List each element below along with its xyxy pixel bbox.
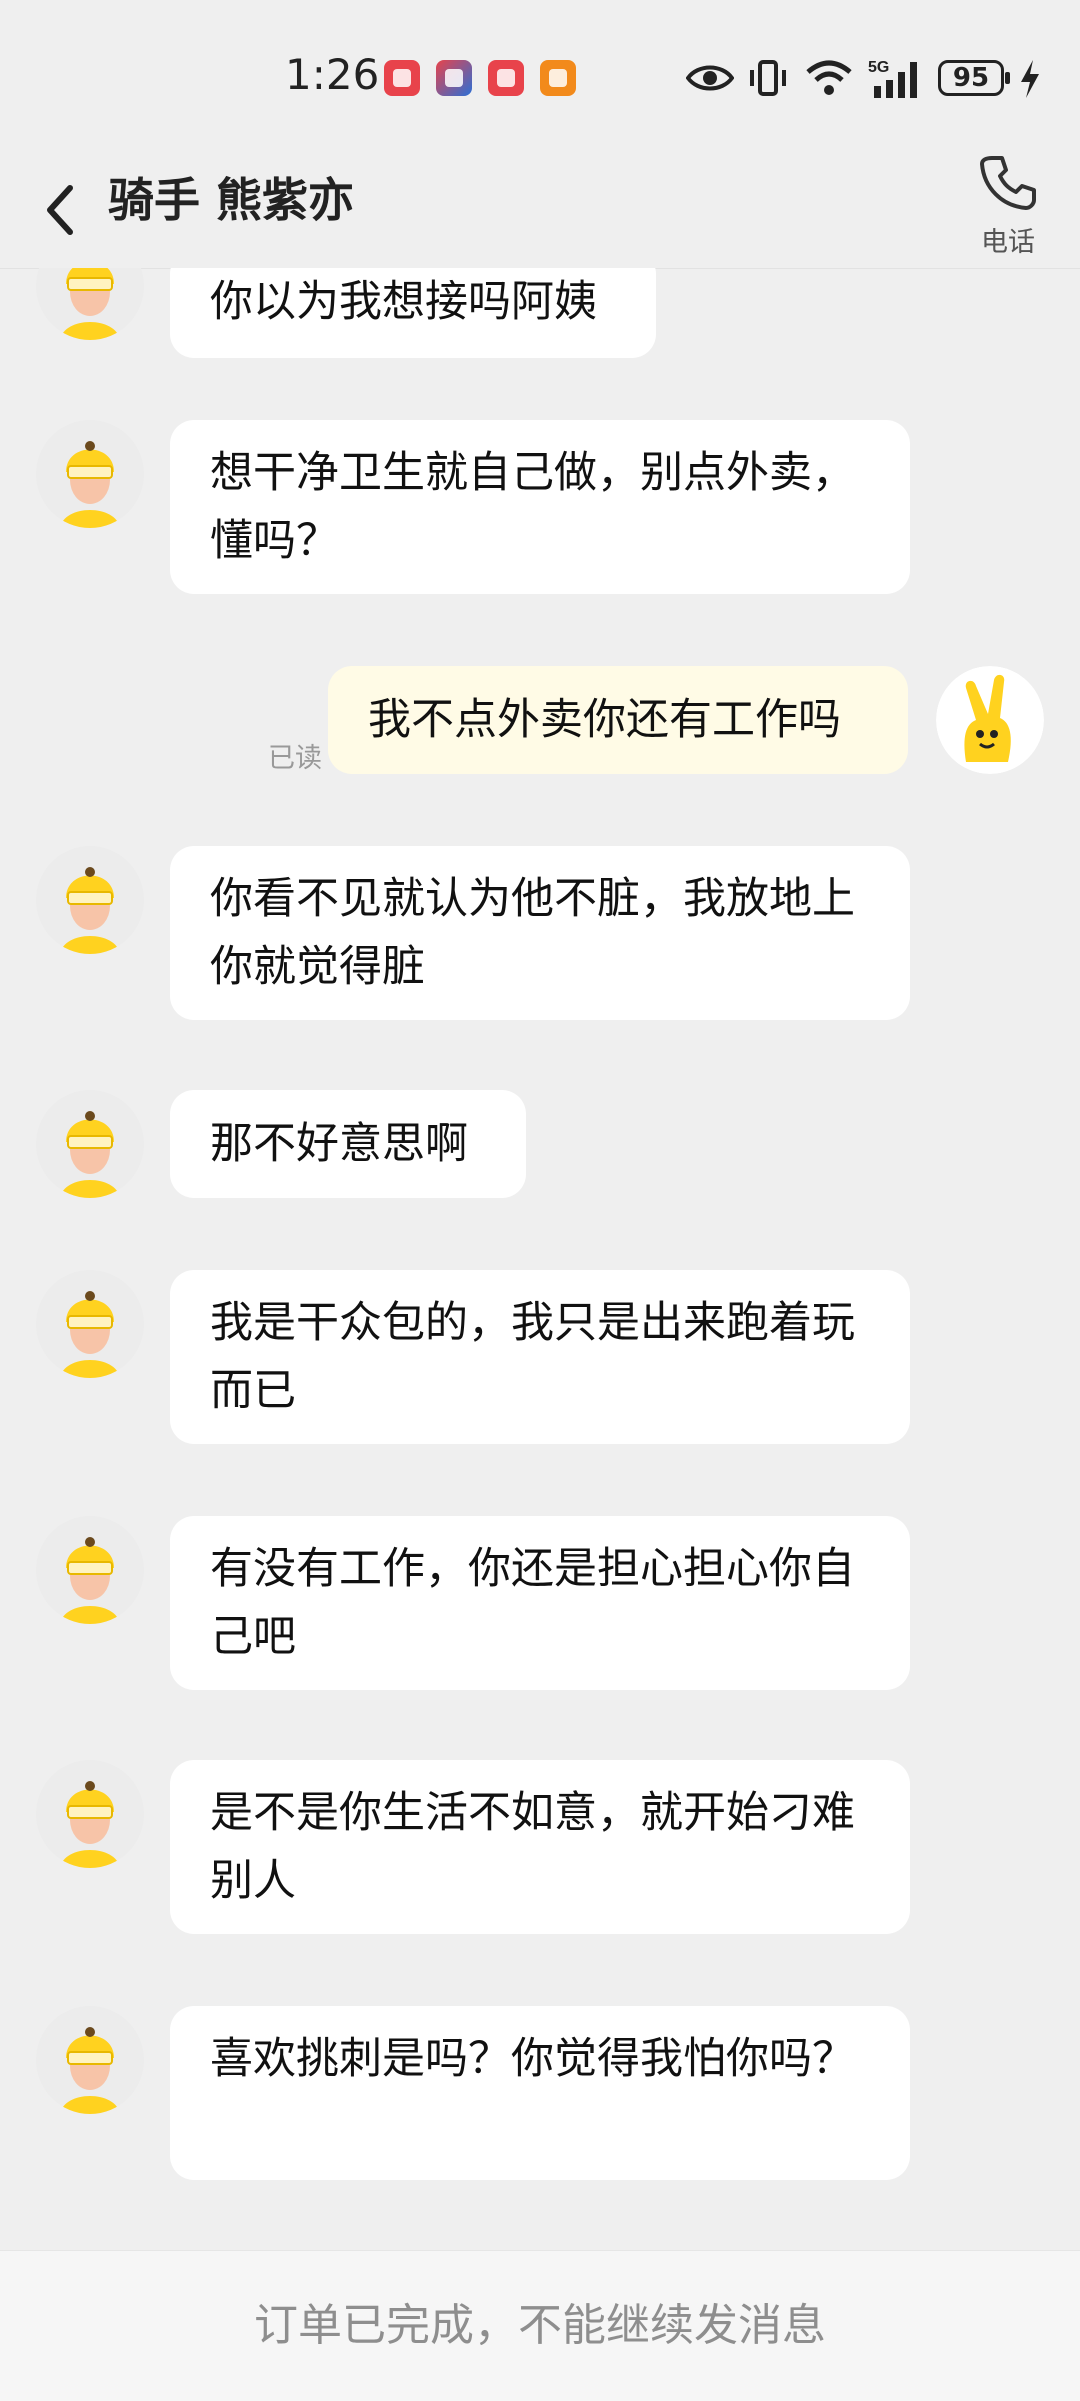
rider-avatar[interactable]	[36, 268, 144, 340]
message-bubble[interactable]: 你以为我想接吗阿姨	[170, 268, 656, 358]
message-text: 我不点外卖你还有工作吗	[368, 695, 841, 745]
rider-avatar-icon	[60, 268, 120, 340]
rider-avatar-icon	[60, 441, 120, 528]
back-arrow-icon[interactable]	[40, 180, 84, 240]
rider-avatar-icon	[60, 1537, 120, 1624]
notification-app-icon	[384, 60, 420, 96]
hand-avatar-icon	[936, 666, 1044, 774]
notification-app-icon	[540, 60, 576, 96]
message-text: 有没有工作，你还是担心担心你自己吧	[210, 1544, 855, 1662]
rider-avatar[interactable]	[36, 1270, 144, 1378]
message-text: 你以为我想接吗阿姨	[210, 277, 597, 327]
chat-closed-text: 订单已完成，不能继续发消息	[254, 2300, 826, 2351]
rider-avatar[interactable]	[36, 2006, 144, 2114]
my-message-bubble[interactable]: 我不点外卖你还有工作吗	[328, 666, 908, 774]
wifi-icon	[806, 60, 852, 95]
rider-avatar-icon	[60, 2027, 120, 2114]
read-receipt: 已读	[268, 743, 322, 774]
chat-closed-notice: 订单已完成，不能继续发消息	[0, 2250, 1080, 2401]
chat-header: 骑手 熊紫亦 电话	[0, 150, 1080, 269]
rider-avatar-icon	[60, 1781, 120, 1868]
message-bubble[interactable]: 那不好意思啊	[170, 1090, 526, 1198]
phone-icon	[980, 156, 1036, 210]
rider-avatar-icon	[60, 1291, 120, 1378]
5g-signal-icon: 5G	[868, 59, 917, 98]
call-label: 电话	[981, 227, 1035, 258]
chat-title: 骑手 熊紫亦	[108, 173, 355, 227]
rider-avatar[interactable]	[36, 1760, 144, 1868]
charging-icon	[1021, 60, 1039, 98]
message-text: 那不好意思啊	[210, 1119, 468, 1169]
message-text: 我是干众包的，我只是出来跑着玩而已	[210, 1298, 855, 1416]
battery-indicator: 95	[938, 60, 1010, 96]
message-list[interactable]: 你以为我想接吗阿姨 想干净卫生就自己做，别点外卖，懂吗？ 我不点外卖你还有工作吗…	[0, 268, 1080, 2250]
notification-app-icon	[488, 60, 524, 96]
svg-text:5G: 5G	[868, 59, 889, 76]
message-bubble[interactable]: 有没有工作，你还是担心担心你自己吧	[170, 1516, 910, 1690]
rider-avatar[interactable]	[36, 420, 144, 528]
message-bubble[interactable]: 喜欢挑刺是吗？你觉得我怕你吗？	[170, 2006, 910, 2180]
rider-avatar-icon	[60, 1111, 120, 1198]
message-text: 喜欢挑刺是吗？你觉得我怕你吗？	[210, 2034, 855, 2084]
notification-app-icon	[436, 60, 472, 96]
message-bubble[interactable]: 你看不见就认为他不脏，我放地上你就觉得脏	[170, 846, 910, 1020]
status-time: 1:26	[285, 50, 380, 99]
eye-icon	[686, 65, 734, 91]
message-text: 是不是你生活不如意，就开始刁难别人	[210, 1788, 855, 1906]
message-bubble[interactable]: 想干净卫生就自己做，别点外卖，懂吗？	[170, 420, 910, 594]
message-text: 想干净卫生就自己做，别点外卖，懂吗？	[210, 448, 855, 566]
rider-avatar[interactable]	[36, 1516, 144, 1624]
call-button[interactable]: 电话	[972, 152, 1044, 264]
message-bubble[interactable]: 是不是你生活不如意，就开始刁难别人	[170, 1760, 910, 1934]
message-text: 你看不见就认为他不脏，我放地上你就觉得脏	[210, 874, 855, 992]
rider-avatar[interactable]	[36, 846, 144, 954]
rider-avatar-icon	[60, 867, 120, 954]
my-avatar[interactable]	[936, 666, 1044, 774]
message-bubble[interactable]: 我是干众包的，我只是出来跑着玩而已	[170, 1270, 910, 1444]
vibrate-icon	[750, 60, 786, 96]
status-bar: 1:26 5G 95	[0, 0, 1080, 150]
rider-avatar[interactable]	[36, 1090, 144, 1198]
